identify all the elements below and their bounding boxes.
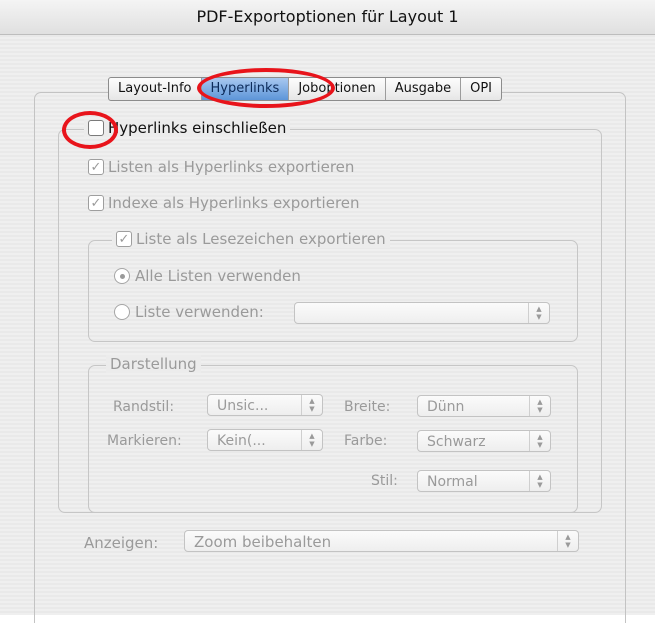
border-style-label: Randstil: bbox=[113, 399, 175, 415]
display-value: Zoom beibehalten bbox=[194, 533, 332, 551]
include-hyperlinks-label: Hyperlinks einschließen bbox=[108, 119, 287, 137]
display-select[interactable]: Zoom beibehalten ▲ ▼ bbox=[184, 530, 579, 552]
window-title: PDF-Exportoptionen für Layout 1 bbox=[0, 0, 655, 35]
color-value: Schwarz bbox=[427, 434, 486, 450]
bookmarks-group bbox=[88, 240, 578, 342]
tab-layout-info[interactable]: Layout-Info bbox=[109, 78, 202, 100]
export-bookmarks-checkmark-icon[interactable]: ✓ bbox=[116, 231, 132, 247]
border-style-select[interactable]: Unsic... ▲ ▼ bbox=[207, 394, 323, 416]
display-label: Anzeigen: bbox=[84, 534, 159, 552]
highlight-select[interactable]: Kein(... ▲ ▼ bbox=[207, 429, 323, 451]
width-select[interactable]: Dünn ▲ ▼ bbox=[417, 395, 551, 417]
use-list-radio-icon[interactable] bbox=[114, 304, 130, 320]
stepper-arrows-icon: ▲ ▼ bbox=[529, 396, 550, 416]
appearance-legend: Darstellung bbox=[106, 355, 201, 373]
all-lists-label: Alle Listen verwenden bbox=[135, 267, 301, 285]
stepper-arrows-icon: ▲ ▼ bbox=[528, 303, 549, 323]
export-lists-checkbox[interactable]: ✓ Listen als Hyperlinks exportieren bbox=[88, 158, 354, 176]
width-label: Breite: bbox=[344, 399, 391, 415]
stepper-arrows-icon: ▲ ▼ bbox=[301, 395, 322, 415]
use-list-radio[interactable]: Liste verwenden: bbox=[114, 303, 264, 321]
stepper-arrows-icon: ▲ ▼ bbox=[301, 430, 322, 450]
export-lists-label: Listen als Hyperlinks exportieren bbox=[108, 158, 355, 176]
stepper-arrows-icon: ▲ ▼ bbox=[557, 531, 578, 551]
all-lists-radio[interactable]: Alle Listen verwenden bbox=[114, 267, 301, 285]
stepper-arrows-icon: ▲ ▼ bbox=[529, 431, 550, 451]
all-lists-radio-icon[interactable] bbox=[114, 268, 130, 284]
style-select[interactable]: Normal ▲ ▼ bbox=[417, 470, 551, 492]
export-indexes-label: Indexe als Hyperlinks exportieren bbox=[108, 194, 360, 212]
tab-ausgabe[interactable]: Ausgabe bbox=[386, 78, 462, 100]
highlight-label: Markieren: bbox=[107, 433, 182, 449]
export-indexes-checkbox[interactable]: ✓ Indexe als Hyperlinks exportieren bbox=[88, 194, 360, 212]
include-hyperlinks-box[interactable] bbox=[88, 120, 104, 136]
dialog-window: PDF-Exportoptionen für Layout 1 Layout-I… bbox=[0, 0, 655, 623]
export-lists-checkmark-icon[interactable]: ✓ bbox=[88, 159, 104, 175]
use-list-label: Liste verwenden: bbox=[135, 303, 264, 321]
export-bookmarks-checkbox[interactable]: ✓ Liste als Lesezeichen exportieren bbox=[112, 230, 390, 248]
use-list-select[interactable]: ▲ ▼ bbox=[294, 302, 550, 324]
tab-opi[interactable]: OPI bbox=[461, 78, 501, 100]
color-label: Farbe: bbox=[344, 433, 388, 449]
style-label: Stil: bbox=[371, 473, 398, 489]
highlight-value: Kein(... bbox=[217, 433, 266, 449]
color-select[interactable]: Schwarz ▲ ▼ bbox=[417, 430, 551, 452]
export-bookmarks-label: Liste als Lesezeichen exportieren bbox=[136, 230, 386, 248]
border-style-value: Unsic... bbox=[217, 398, 269, 414]
style-value: Normal bbox=[427, 474, 478, 490]
include-hyperlinks-checkbox[interactable]: Hyperlinks einschließen bbox=[84, 119, 291, 137]
export-indexes-checkmark-icon[interactable]: ✓ bbox=[88, 195, 104, 211]
tab-bar: Layout-Info Hyperlinks Joboptionen Ausga… bbox=[108, 77, 502, 101]
appearance-legend-text: Darstellung bbox=[110, 355, 197, 373]
tab-hyperlinks[interactable]: Hyperlinks bbox=[201, 78, 290, 100]
width-value: Dünn bbox=[427, 399, 465, 415]
tab-joboptionen[interactable]: Joboptionen bbox=[289, 78, 386, 100]
stepper-arrows-icon: ▲ ▼ bbox=[529, 471, 550, 491]
